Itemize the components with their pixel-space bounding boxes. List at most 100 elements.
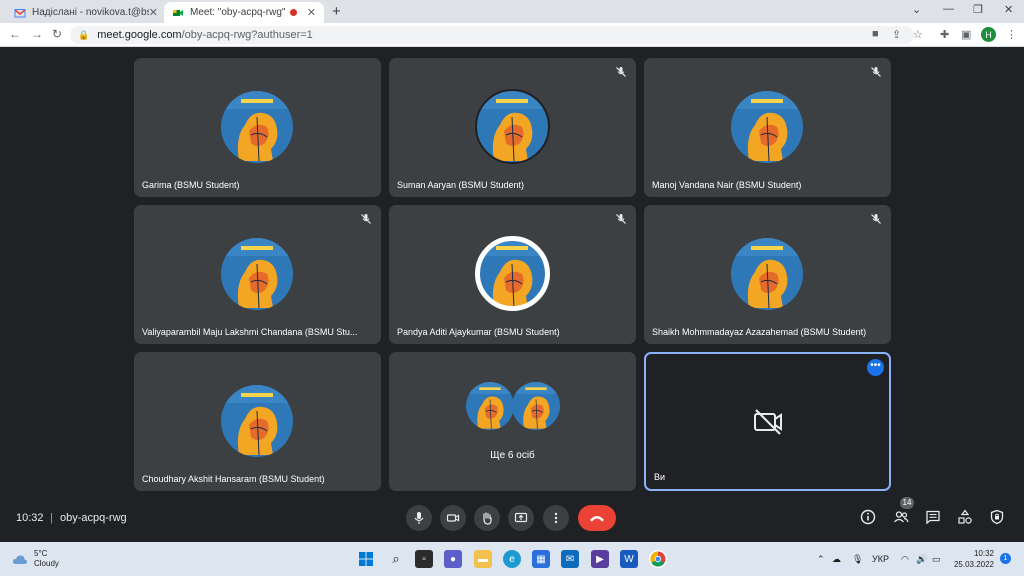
avatar (731, 91, 803, 163)
minimize-icon[interactable]: — (943, 3, 954, 15)
camera-off-icon (754, 409, 782, 435)
meeting-details-icon[interactable] (860, 509, 876, 525)
meeting-clock: 10:32 (16, 512, 44, 524)
store-icon[interactable]: ▦ (532, 550, 550, 568)
tab-title: Надіслані - novikova.t@bsmu.edu.ua (32, 7, 149, 18)
browser-tab-strip: Надіслані - novikova.t@bsmu.edu.ua ✕ Mee… (0, 0, 1024, 23)
microphone-tray-icon[interactable]: 🎙 (852, 554, 863, 565)
tile-options-button[interactable]: ••• (867, 359, 884, 376)
mail-icon[interactable]: ✉ (561, 550, 579, 568)
host-controls-icon[interactable] (989, 509, 1005, 525)
more-menu-icon[interactable]: ⋮ (1006, 28, 1017, 41)
hang-up-icon (590, 516, 604, 522)
search-icon[interactable]: ⌕ (387, 550, 405, 568)
url-host: meet.google.com (97, 29, 182, 41)
tab-title: Meet: "oby-acpq-rwg" (190, 7, 286, 18)
avatar (731, 238, 803, 310)
more-participants-label: Ще 6 осіб (490, 450, 535, 461)
system-time: 10:32 (973, 549, 994, 558)
meeting-controls-bar: 10:32 | oby-acpq-rwg 14 (0, 497, 1024, 542)
avatar-border (475, 89, 550, 164)
avatar (221, 91, 293, 163)
battery-icon[interactable]: ▭ (932, 554, 941, 565)
lock-icon[interactable]: 🔒 (78, 30, 89, 41)
gmail-icon (14, 8, 26, 17)
share-icon[interactable]: ⇪ (892, 28, 901, 41)
file-explorer-icon[interactable]: ▬ (474, 550, 492, 568)
cloud-icon (12, 555, 28, 564)
people-icon[interactable] (893, 509, 909, 525)
speaking-indicator (475, 236, 550, 311)
os-taskbar: 5°C Cloudy ⌕ ▫ ● ▬ e ▦ ✉ ▶ W ⌃ ☁ 🎙 УКР ◠… (0, 542, 1024, 576)
new-tab-button[interactable]: + (332, 3, 341, 20)
present-icon (514, 512, 528, 523)
meet-icon (173, 9, 183, 16)
participant-tile[interactable]: Pandya Aditi Ajaykumar (BSMU Student) (389, 205, 636, 344)
leave-call-button[interactable] (578, 505, 616, 531)
divider: | (50, 512, 53, 524)
address-bar[interactable]: 🔒 meet.google.com/oby-acpq-rwg?authuser=… (70, 26, 914, 44)
start-icon[interactable] (357, 550, 375, 568)
mic-off-icon (361, 214, 371, 224)
mic-icon (414, 512, 424, 524)
system-date: 25.03.2022 (953, 560, 994, 569)
tab-meet[interactable]: Meet: "oby-acpq-rwg" ✕ (164, 2, 324, 23)
tab-gmail[interactable]: Надіслані - novikova.t@bsmu.edu.ua ✕ (6, 2, 166, 23)
side-panel-icon[interactable]: ▣ (961, 28, 971, 41)
volume-icon[interactable]: 🔊 (916, 554, 927, 565)
chrome-icon[interactable] (649, 550, 667, 568)
avatar (512, 382, 560, 430)
raise-hand-button[interactable] (474, 505, 500, 531)
participant-name: Suman Aaryan (BSMU Student) (397, 180, 525, 190)
chat-icon[interactable] (925, 509, 941, 525)
camera-in-use-icon[interactable]: ■ (872, 28, 879, 40)
participant-tile[interactable]: Suman Aaryan (BSMU Student) (389, 58, 636, 197)
participant-count-badge: 14 (900, 497, 914, 509)
task-view-icon[interactable]: ▫ (415, 550, 433, 568)
chat-app-icon[interactable]: ● (444, 550, 462, 568)
back-icon[interactable]: ← (9, 27, 21, 41)
more-options-button[interactable] (543, 505, 569, 531)
reload-icon[interactable]: ↻ (52, 27, 62, 41)
participant-tile[interactable]: Choudhary Akshit Hansaram (BSMU Student) (134, 352, 381, 491)
weather-widget[interactable]: 5°C Cloudy (12, 549, 59, 569)
extensions-icon[interactable]: ✚ (940, 28, 949, 41)
participant-tile[interactable]: Garima (BSMU Student) (134, 58, 381, 197)
participant-tile[interactable]: Manoj Vandana Nair (BSMU Student) (644, 58, 891, 197)
tab-search-icon[interactable]: ⌄ (912, 3, 921, 16)
system-clock[interactable]: 10:32 25.03.2022 (950, 548, 994, 570)
notification-badge[interactable]: 1 (1000, 553, 1011, 564)
forward-icon[interactable]: → (31, 27, 43, 41)
participant-tile[interactable]: Shaikh Mohmmadayaz Azazahemad (BSMU Stud… (644, 205, 891, 344)
participant-grid: Garima (BSMU Student) Suman Aaryan (BSMU… (0, 47, 1024, 497)
recording-indicator-icon (289, 9, 297, 16)
language-indicator[interactable]: УКР (872, 554, 889, 564)
close-tab-icon[interactable]: ✕ (307, 6, 316, 19)
word-icon[interactable]: W (620, 550, 638, 568)
participant-tile[interactable]: Valiyaparambil Maju Lakshmi Chandana (BS… (134, 205, 381, 344)
present-screen-button[interactable] (508, 505, 534, 531)
visual-studio-icon[interactable]: ▶ (591, 550, 609, 568)
maximize-icon[interactable]: ❐ (973, 3, 983, 16)
participant-name: Choudhary Akshit Hansaram (BSMU Student) (142, 474, 325, 484)
edge-icon[interactable]: e (503, 550, 521, 568)
close-tab-icon[interactable]: ✕ (149, 6, 158, 19)
profile-avatar[interactable]: H (981, 27, 996, 42)
bookmark-star-icon[interactable]: ☆ (913, 28, 923, 41)
hand-icon (483, 512, 492, 525)
self-tile[interactable]: ••• Ви (644, 352, 891, 491)
participant-name: Pandya Aditi Ajaykumar (BSMU Student) (397, 327, 560, 337)
avatar (221, 238, 293, 310)
browser-toolbar: ← → ↻ 🔒 meet.google.com/oby-acpq-rwg?aut… (0, 23, 1024, 47)
camera-button[interactable] (440, 505, 466, 531)
weather-description: Cloudy (34, 559, 59, 568)
activities-icon[interactable] (957, 509, 973, 525)
participant-name: Valiyaparambil Maju Lakshmi Chandana (BS… (142, 327, 358, 337)
microphone-button[interactable] (406, 505, 432, 531)
avatar (221, 385, 293, 457)
close-window-icon[interactable]: ✕ (1004, 3, 1013, 16)
wifi-icon[interactable]: ◠ (901, 554, 909, 565)
show-hidden-icons-icon[interactable]: ⌃ (817, 554, 825, 565)
more-participants-tile[interactable]: Ще 6 осіб (389, 352, 636, 491)
onedrive-icon[interactable]: ☁ (832, 554, 841, 565)
